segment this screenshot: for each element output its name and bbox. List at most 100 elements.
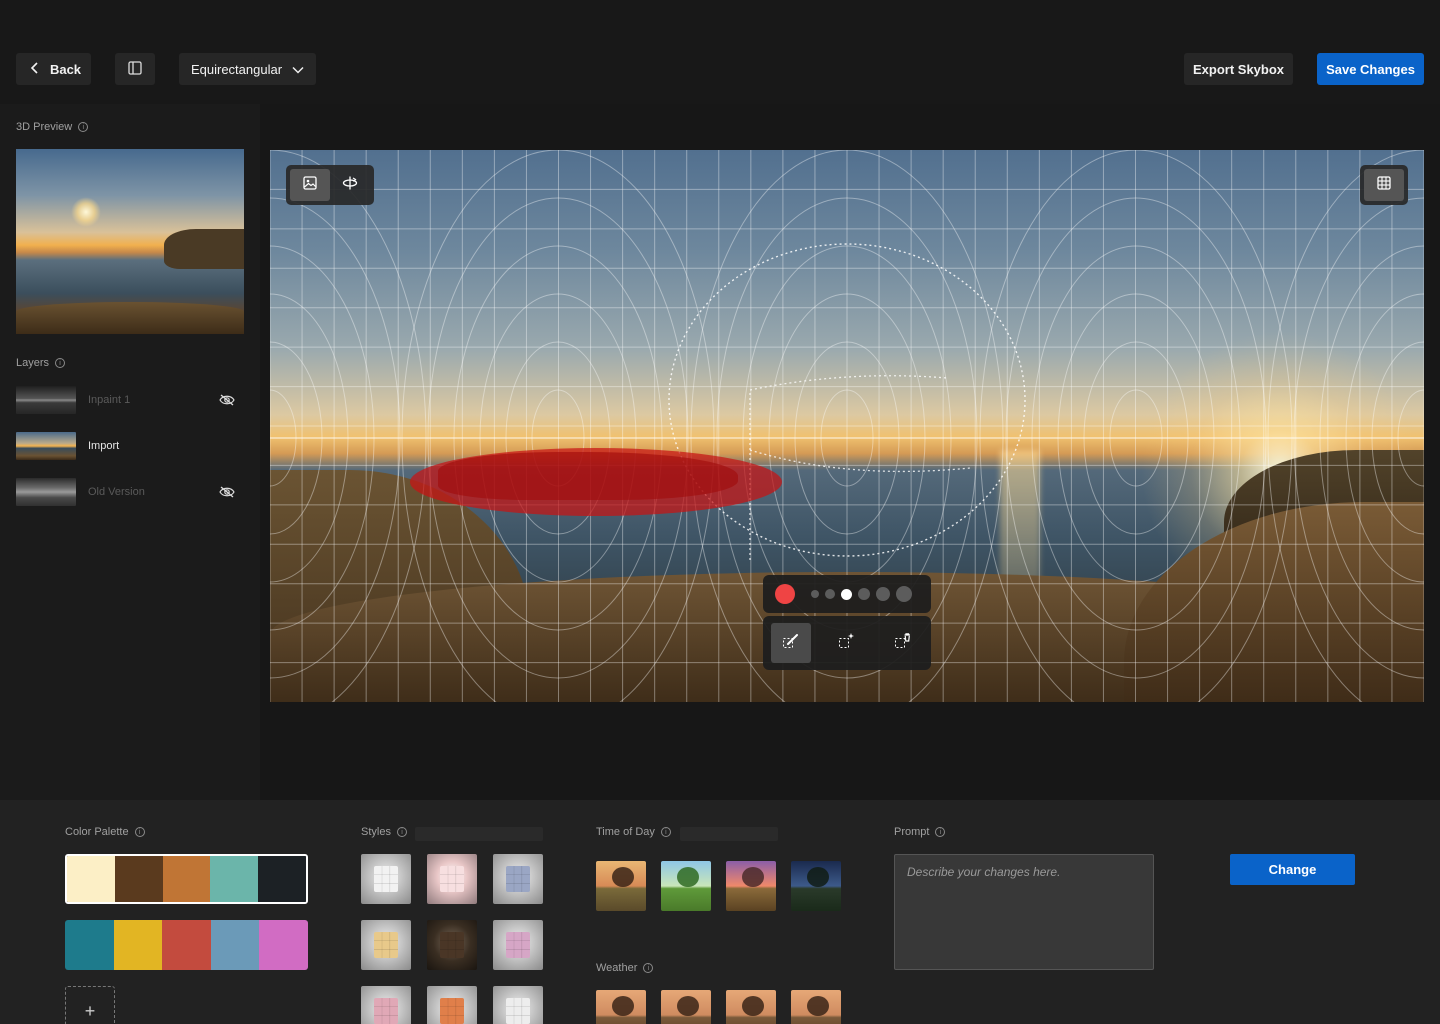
prompt-input[interactable]: Describe your changes here. (894, 854, 1154, 970)
preview-label: 3D Preview (16, 121, 73, 133)
brush-size-option[interactable] (896, 586, 912, 602)
color-swatch (65, 920, 114, 970)
preview-section-label: 3D Preview i (16, 121, 89, 133)
trash-icon (894, 632, 912, 655)
info-icon[interactable]: i (55, 358, 66, 368)
style-option[interactable] (427, 920, 477, 970)
mask-tools-panel (763, 616, 931, 670)
color-palette-section-label: Color Palette i (65, 826, 145, 838)
save-changes-button[interactable]: Save Changes (1317, 53, 1424, 85)
color-swatch (67, 856, 115, 902)
sidebar-panel-icon (128, 60, 142, 78)
color-swatch (259, 920, 308, 970)
weather-option[interactable] (726, 990, 776, 1024)
color-swatch (210, 856, 259, 902)
grid-icon (1377, 175, 1391, 195)
chevron-left-icon (30, 61, 40, 77)
style-option[interactable] (493, 854, 543, 904)
style-option[interactable] (361, 986, 411, 1024)
info-icon[interactable]: i (396, 827, 407, 837)
grid-toggle-button[interactable] (1364, 169, 1404, 201)
top-bar: Back Equirectangular Export Skybox Save … (0, 0, 1440, 104)
layer-name: Old Version (88, 486, 145, 498)
back-button[interactable]: Back (16, 53, 91, 85)
time-of-day-label: Time of Day (596, 826, 655, 838)
weather-option[interactable] (791, 990, 841, 1024)
magic-select-icon (838, 632, 856, 655)
color-palette-label: Color Palette (65, 826, 129, 838)
left-sidebar: 3D Preview i Layers i Inpaint 1 Import O… (0, 104, 260, 800)
style-option[interactable] (427, 986, 477, 1024)
brush-size-option[interactable] (825, 589, 835, 599)
color-palette-option[interactable] (65, 920, 308, 970)
time-of-day-option[interactable] (726, 861, 776, 911)
brush-size-option-selected[interactable] (841, 588, 852, 600)
layer-name: Inpaint 1 (88, 394, 131, 406)
style-option[interactable] (493, 986, 543, 1024)
weather-section-label: Weather i (596, 962, 654, 974)
equirectangular-canvas[interactable] (270, 150, 1424, 702)
preview-sun (71, 197, 101, 227)
layers-label: Layers (16, 357, 50, 369)
projection-dropdown[interactable]: Equirectangular (179, 53, 316, 85)
style-option[interactable] (493, 920, 543, 970)
weather-label: Weather (596, 962, 638, 974)
brush-size-option[interactable] (876, 587, 890, 601)
brush-color-swatch[interactable] (775, 584, 795, 604)
layer-item[interactable]: Import (16, 432, 236, 460)
brush-mask-button[interactable] (771, 623, 811, 663)
styles-label: Styles (361, 826, 391, 838)
eye-off-icon[interactable] (218, 485, 236, 499)
info-icon[interactable]: i (935, 827, 946, 837)
info-icon[interactable]: i (78, 122, 89, 132)
layer-item[interactable]: Inpaint 1 (16, 386, 236, 414)
generation-panel: Color Palette i + Styles i Time of Day i (0, 800, 1440, 1024)
style-option[interactable] (427, 854, 477, 904)
color-swatch (114, 856, 163, 902)
3d-preview-image[interactable] (16, 149, 244, 334)
eye-off-icon[interactable] (218, 393, 236, 407)
back-label: Back (49, 61, 82, 77)
prompt-section-label: Prompt i (894, 826, 946, 838)
weather-option[interactable] (661, 990, 711, 1024)
layers-section-label: Layers i (16, 357, 66, 369)
styles-section-label: Styles i (361, 826, 407, 838)
magic-select-button[interactable] (827, 623, 867, 663)
layer-thumbnail (16, 478, 76, 506)
info-icon[interactable]: i (134, 827, 145, 837)
brush-icon (782, 632, 800, 655)
time-of-day-option[interactable] (791, 861, 841, 911)
chevron-down-icon (292, 62, 304, 77)
toggle-sidebar-button[interactable] (115, 53, 155, 85)
time-of-day-section-label: Time of Day i (596, 826, 671, 838)
change-button[interactable]: Change (1230, 854, 1355, 885)
style-option[interactable] (361, 854, 411, 904)
brush-settings-panel (763, 575, 931, 613)
color-swatch (162, 920, 211, 970)
color-swatch (162, 856, 211, 902)
add-palette-button[interactable]: + (65, 986, 115, 1024)
styles-scrollbar[interactable] (415, 827, 543, 841)
clear-mask-button[interactable] (883, 623, 923, 663)
weather-option[interactable] (596, 990, 646, 1024)
time-of-day-scrollbar[interactable] (680, 827, 778, 841)
time-of-day-option[interactable] (596, 861, 646, 911)
layer-thumbnail (16, 386, 76, 414)
color-swatch (113, 920, 163, 970)
color-palette-option[interactable] (65, 854, 308, 904)
info-icon[interactable]: i (643, 963, 654, 973)
color-swatch (258, 856, 306, 902)
brush-size-option[interactable] (858, 588, 870, 600)
style-option[interactable] (361, 920, 411, 970)
image-icon (303, 175, 317, 195)
time-of-day-option[interactable] (661, 861, 711, 911)
export-skybox-button[interactable]: Export Skybox (1184, 53, 1293, 85)
layer-thumbnail (16, 432, 76, 460)
layer-item[interactable]: Old Version (16, 478, 236, 506)
projection-label: Equirectangular (190, 61, 283, 77)
rotate-view-button[interactable] (330, 169, 370, 201)
image-view-button[interactable] (290, 169, 330, 201)
prompt-label: Prompt (894, 826, 930, 838)
brush-size-option[interactable] (811, 590, 819, 598)
info-icon[interactable]: i (660, 827, 671, 837)
